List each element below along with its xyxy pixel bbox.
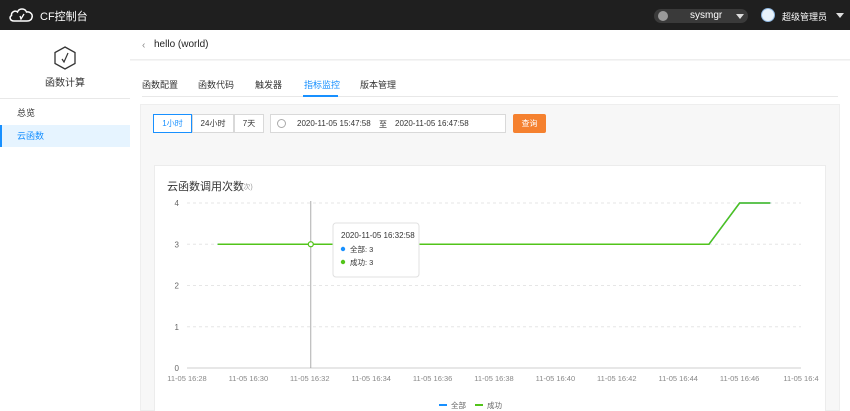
x-tick-label: 11-05 16:4 bbox=[783, 374, 818, 383]
date-range-separator: 至 bbox=[379, 120, 387, 129]
x-tick-label: 11-05 16:34 bbox=[351, 374, 390, 383]
chevron-down-icon bbox=[736, 14, 744, 19]
y-tick-label: 1 bbox=[175, 323, 180, 332]
cloud-logo-icon[interactable] bbox=[8, 7, 34, 23]
y-tick-label: 0 bbox=[175, 364, 180, 373]
x-tick-label: 11-05 16:36 bbox=[413, 374, 452, 383]
tooltip-row: 成功: 3 bbox=[350, 257, 373, 267]
sidebar-item-overview[interactable]: 总览 bbox=[0, 102, 130, 124]
tooltip-row: 全部: 3 bbox=[350, 244, 373, 254]
series-line-0 bbox=[217, 202, 771, 246]
range-7d-button[interactable]: 7天 bbox=[234, 114, 264, 133]
admin-name[interactable]: 超级管理员 bbox=[782, 10, 827, 23]
top-navigation-bar: CF控制台 sysmgr 超级管理员 bbox=[0, 0, 850, 30]
sidebar-title: 函数计算 bbox=[45, 78, 85, 89]
page-title: hello (world) bbox=[154, 39, 209, 50]
admin-avatar[interactable] bbox=[761, 8, 775, 22]
clock-icon bbox=[277, 119, 286, 128]
page-header: ‹ hello (world) bbox=[130, 30, 850, 60]
user-select-dropdown[interactable]: sysmgr bbox=[654, 9, 748, 23]
console-brand[interactable]: CF控制台 bbox=[40, 8, 88, 24]
series-line-1 bbox=[217, 202, 771, 246]
invocations-line-chart[interactable]: 0 1 2 3 4 11-05 16:28 11-05 16:30 11-05 16:32 11… bbox=[155, 166, 827, 411]
user-select-value: sysmgr bbox=[690, 10, 723, 21]
tooltip-marker bbox=[340, 259, 346, 265]
tab-versions[interactable]: 版本管理 bbox=[360, 78, 396, 91]
date-range-start[interactable]: 2020-11-05 15:47:58 bbox=[297, 119, 371, 128]
tab-bar: 函数配置 函数代码 触发器 指标监控 版本管理 bbox=[142, 75, 838, 97]
tab-function-config[interactable]: 函数配置 bbox=[142, 78, 178, 91]
function-compute-icon bbox=[54, 46, 76, 70]
range-24h-button[interactable]: 24小时 bbox=[192, 114, 234, 133]
x-tick-label: 11-05 16:38 bbox=[474, 374, 513, 383]
x-tick-label: 11-05 16:44 bbox=[658, 374, 697, 383]
content-card: 函数配置 函数代码 触发器 指标监控 版本管理 1小时 24小时 7天 2020… bbox=[130, 61, 850, 411]
x-tick-label: 11-05 16:30 bbox=[229, 374, 268, 383]
x-tick-label: 11-05 16:42 bbox=[597, 374, 636, 383]
tab-function-code[interactable]: 函数代码 bbox=[198, 78, 234, 91]
query-button[interactable]: 查询 bbox=[513, 114, 546, 133]
chart-card: 云函数调用次数 (次) 0 1 2 3 4 11-05 16:28 11-05 16:30 1… bbox=[154, 165, 826, 411]
y-tick-label: 2 bbox=[175, 282, 180, 291]
range-1h-button[interactable]: 1小时 bbox=[153, 114, 192, 133]
sidebar: 函数计算 总览 云函数 bbox=[0, 30, 130, 411]
x-tick-label: 11-05 16:28 bbox=[167, 374, 206, 383]
hover-point bbox=[307, 241, 314, 248]
date-range-picker[interactable]: 2020-11-05 15:47:58 至 2020-11-05 16:47:5… bbox=[270, 114, 506, 133]
y-tick-label: 4 bbox=[175, 199, 180, 208]
tooltip-time: 2020-11-05 16:32:58 bbox=[341, 231, 415, 240]
tab-metrics[interactable]: 指标监控 bbox=[304, 78, 340, 91]
date-range-end[interactable]: 2020-11-05 16:47:58 bbox=[395, 119, 469, 128]
tab-active-indicator bbox=[303, 95, 338, 97]
x-tick-label: 11-05 16:40 bbox=[536, 374, 575, 383]
x-tick-label: 11-05 16:46 bbox=[720, 374, 759, 383]
admin-menu-chevron-icon[interactable] bbox=[836, 13, 844, 18]
tooltip-marker bbox=[340, 246, 346, 252]
user-avatar-icon bbox=[658, 11, 668, 21]
chevron-left-icon[interactable]: ‹ bbox=[142, 40, 145, 51]
legend-label: 成功 bbox=[487, 400, 502, 410]
x-tick-label: 11-05 16:32 bbox=[290, 374, 329, 383]
main-area: ‹ hello (world) 函数配置 函数代码 触发器 指标监控 版本管理 … bbox=[130, 30, 850, 411]
y-tick-label: 3 bbox=[175, 240, 180, 249]
sidebar-item-cloud-functions[interactable]: 云函数 bbox=[0, 125, 130, 147]
legend-label: 全部 bbox=[451, 400, 466, 410]
tab-triggers[interactable]: 触发器 bbox=[255, 78, 282, 91]
sidebar-divider bbox=[0, 98, 130, 99]
